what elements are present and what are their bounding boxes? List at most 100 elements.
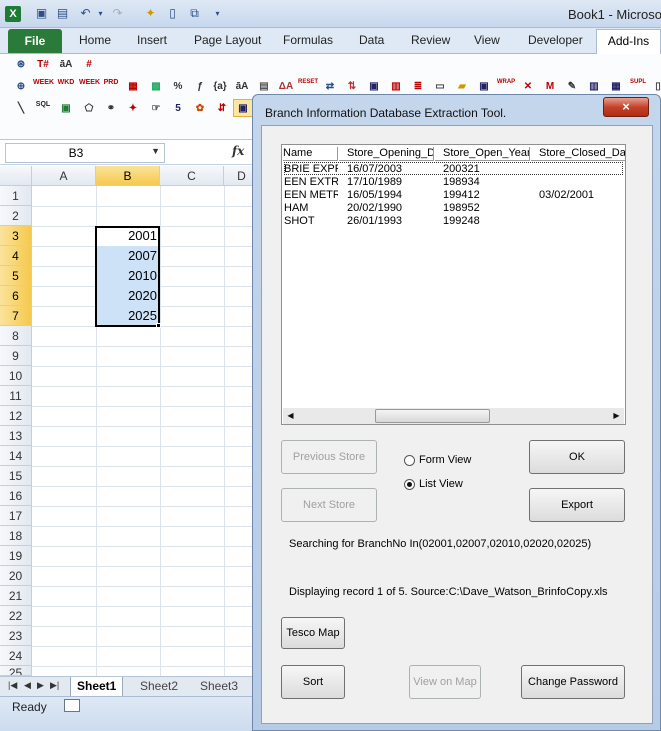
prev-sheet-icon[interactable]: ◀	[24, 680, 31, 691]
list-cell[interactable]: EEN METRC	[284, 189, 338, 201]
tab-review[interactable]: Review	[411, 33, 450, 47]
prefix-icon[interactable]: ▦	[123, 78, 143, 96]
column-header-b[interactable]: B	[96, 166, 160, 186]
list-cell[interactable]: 17/10/1989	[347, 176, 435, 188]
row-header-10[interactable]: 10	[0, 366, 32, 386]
redo-icon[interactable]: ↷	[110, 6, 125, 21]
excel-logo-icon[interactable]: X	[5, 6, 21, 22]
previous-store-button[interactable]: Previous Store	[281, 440, 377, 474]
hash-icon[interactable]: #	[79, 56, 99, 74]
sql-icon[interactable]: SQL	[33, 100, 53, 118]
list-cell[interactable]: 199412	[443, 189, 531, 201]
save-icon[interactable]: ▣	[34, 6, 49, 21]
fox-icon[interactable]: ✿	[190, 100, 210, 118]
row-header-12[interactable]: 12	[0, 406, 32, 426]
tesco-map-button[interactable]: Tesco Map	[281, 617, 345, 649]
row-header-18[interactable]: 18	[0, 526, 32, 546]
row-header-15[interactable]: 15	[0, 466, 32, 486]
scroll-right-icon[interactable]: ▶	[609, 408, 624, 424]
print-preview-icon[interactable]: ▤	[55, 6, 70, 21]
list-view-radio[interactable]: List View	[404, 478, 504, 492]
sheet-tab-sheet2[interactable]: Sheet2	[134, 677, 184, 696]
row-header-25[interactable]: 25	[0, 666, 32, 676]
undo-icon[interactable]: ↶	[78, 6, 93, 21]
list-header-opening-date[interactable]: Store_Opening_D	[339, 147, 434, 161]
list-cell[interactable]: 200321	[443, 163, 531, 175]
fill-handle[interactable]	[156, 323, 161, 328]
row-header-6[interactable]: 6	[0, 286, 32, 306]
weekday-icon[interactable]: WKD	[56, 78, 76, 96]
column-header-a[interactable]: A	[32, 166, 96, 186]
ok-button[interactable]: OK	[529, 440, 625, 474]
hand-icon[interactable]: ☞	[146, 100, 166, 118]
row-header-3[interactable]: 3	[0, 226, 32, 246]
text-case-icon[interactable]: āA	[56, 56, 76, 74]
scroll-thumb[interactable]	[375, 409, 490, 423]
row-header-14[interactable]: 14	[0, 446, 32, 466]
sort-desc-icon[interactable]: ⇵	[212, 100, 232, 118]
row-header-11[interactable]: 11	[0, 386, 32, 406]
undo-dropdown-icon[interactable]: ▾	[93, 6, 108, 21]
row-header-7[interactable]: 7	[0, 306, 32, 326]
sheet-tab-sheet1[interactable]: Sheet1	[70, 677, 124, 696]
close-icon[interactable]: ×	[603, 97, 649, 117]
list-header-name[interactable]: Name	[283, 147, 338, 161]
new-icon[interactable]: ▯	[165, 6, 180, 21]
select-all-corner[interactable]	[0, 166, 32, 186]
macro-icon[interactable]: ✦	[143, 6, 158, 21]
search-icon[interactable]: ⊕	[11, 78, 31, 96]
last-sheet-icon[interactable]: ▶|	[50, 680, 59, 691]
line-icon[interactable]: ╲	[11, 100, 31, 118]
text-case-lower-icon[interactable]: āA	[232, 78, 252, 96]
tab-home[interactable]: Home	[79, 33, 111, 47]
number-icon[interactable]: 5	[168, 100, 188, 118]
refresh-icon[interactable]: ⊛	[11, 56, 31, 74]
row-header-9[interactable]: 9	[0, 346, 32, 366]
scroll-left-icon[interactable]: ◀	[283, 408, 298, 424]
tab-add-ins[interactable]: Add-Ins	[596, 29, 661, 54]
next-sheet-icon[interactable]: ▶	[37, 680, 44, 691]
row-header-2[interactable]: 2	[0, 206, 32, 226]
row-header-17[interactable]: 17	[0, 506, 32, 526]
name-box[interactable]: B3 ▼	[5, 143, 165, 163]
percent-icon[interactable]: %	[168, 78, 188, 96]
list-cell[interactable]: EEN EXTRA	[284, 176, 338, 188]
view-on-map-button[interactable]: View on Map	[409, 665, 481, 699]
list-cell[interactable]: 03/02/2001	[539, 189, 625, 201]
chevron-down-icon[interactable]: ▼	[151, 146, 160, 156]
tab-data[interactable]: Data	[359, 33, 384, 47]
paint-icon[interactable]: ✦	[123, 100, 143, 118]
first-sheet-icon[interactable]: |◀	[8, 680, 17, 691]
list-cell[interactable]: 16/07/2003	[347, 163, 435, 175]
export-icon[interactable]: ⧉	[187, 6, 202, 21]
row-header-19[interactable]: 19	[0, 546, 32, 566]
active-tool-icon[interactable]: ▣	[233, 99, 253, 117]
week-period-icon[interactable]: WEEK	[79, 78, 100, 96]
list-cell[interactable]: 198934	[443, 176, 531, 188]
insert-function-icon[interactable]: fx	[232, 144, 244, 158]
tab-developer[interactable]: Developer	[528, 33, 583, 47]
tab-insert[interactable]: Insert	[137, 33, 167, 47]
row-header-24[interactable]: 24	[0, 646, 32, 666]
row-header-13[interactable]: 13	[0, 426, 32, 446]
week-prd-icon[interactable]: PRD	[101, 78, 121, 96]
column-header-c[interactable]: C	[160, 166, 224, 186]
list-cell[interactable]: 198952	[443, 202, 531, 214]
sheet-tab-sheet3[interactable]: Sheet3	[194, 677, 244, 696]
change-password-button[interactable]: Change Password	[521, 665, 625, 699]
list-header-open-year[interactable]: Store_Open_Year	[435, 147, 530, 161]
list-cell[interactable]: SHOT	[284, 215, 338, 227]
tab-page-layout[interactable]: Page Layout	[194, 33, 261, 47]
macro-record-icon[interactable]	[64, 699, 80, 712]
export-button[interactable]: Export	[529, 488, 625, 522]
customize-qat-icon[interactable]: ▾	[210, 6, 225, 21]
row-header-16[interactable]: 16	[0, 486, 32, 506]
list-cell[interactable]: 199248	[443, 215, 531, 227]
form-view-radio[interactable]: Form View	[404, 454, 504, 468]
row-header-8[interactable]: 8	[0, 326, 32, 346]
list-cell[interactable]: HAM	[284, 202, 338, 214]
branch-list-box[interactable]: Name Store_Opening_D Store_Open_Year Sto…	[281, 144, 626, 425]
excel-icon[interactable]: ▣	[56, 100, 76, 118]
list-cell[interactable]: BRIE EXPRE	[284, 163, 338, 175]
row-header-22[interactable]: 22	[0, 606, 32, 626]
